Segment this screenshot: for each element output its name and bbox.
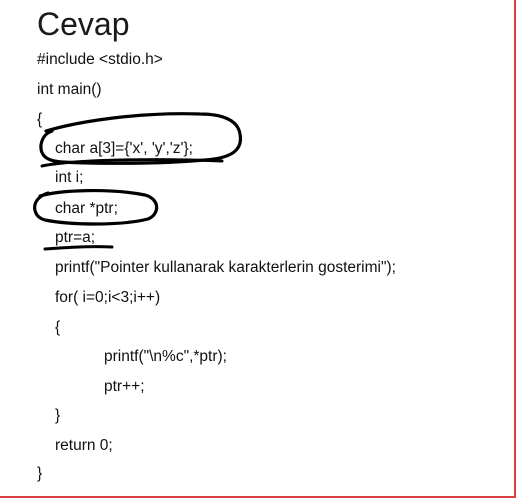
code-line-char-ptr: char *ptr; [55, 200, 118, 217]
code-line-printf-title: printf("Pointer kullanarak karakterlerin… [55, 259, 396, 276]
handdrawn-strike-int-i [40, 158, 224, 168]
code-line-return: return 0; [55, 437, 113, 454]
code-line-open-brace: { [37, 111, 43, 128]
slide-title: Cevap [37, 6, 130, 42]
code-line-char-array: char a[3]={'x', 'y','z'}; [55, 140, 193, 157]
handwritten-annotations [33, 112, 243, 251]
code-line-ptr-assign: ptr=a; [55, 229, 96, 246]
code-line-for-loop: for( i=0;i<3;i++) [55, 289, 161, 306]
code-line-ptr-increment: ptr++; [104, 378, 145, 395]
slide: Cevap #include <stdio.h> int main() { ch… [0, 0, 516, 498]
code-line-loop-open: { [55, 319, 61, 336]
code-line-printf-char: printf("\n%c",*ptr); [104, 348, 227, 365]
code-line-loop-close: } [55, 407, 61, 424]
code-line-int-i: int i; [55, 169, 84, 186]
code-line-close-brace: } [37, 465, 43, 482]
code-line-include: #include <stdio.h> [37, 51, 163, 68]
code-line-main: int main() [37, 81, 102, 98]
